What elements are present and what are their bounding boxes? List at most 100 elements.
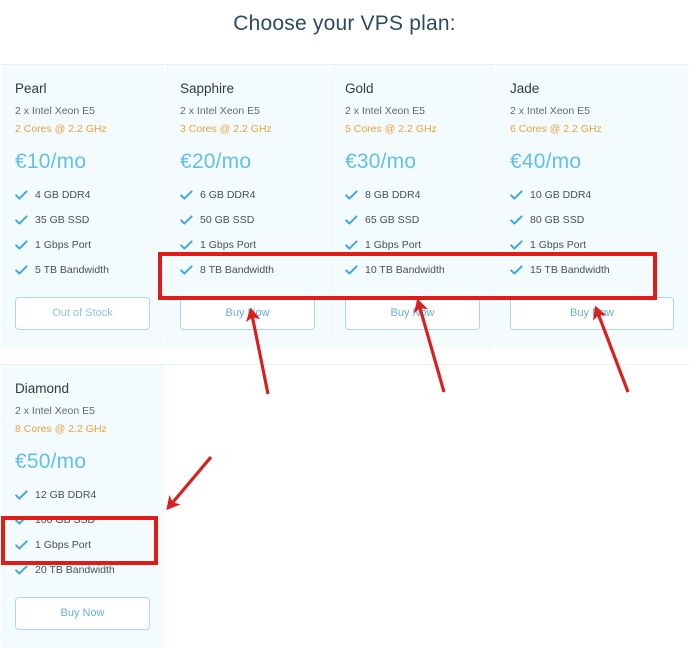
buy-now-button[interactable]: Buy Now [15, 597, 150, 630]
check-icon [180, 240, 193, 251]
card-divider [330, 73, 331, 340]
feature-label: 1 Gbps Port [200, 239, 257, 251]
check-icon [180, 190, 193, 201]
feature-label: 8 GB DDR4 [365, 189, 421, 201]
plan-price: €20/mo [180, 150, 252, 173]
feature-label: 10 GB DDR4 [530, 189, 592, 201]
plan-feature-list: 8 GB DDR4 65 GB SSD 1 Gbps Port 10 TB Ba… [345, 189, 480, 277]
feature-label: 50 GB SSD [200, 214, 255, 226]
check-icon [510, 215, 523, 226]
feature-item: 1 Gbps Port [510, 239, 674, 252]
feature-label: 4 GB DDR4 [35, 189, 91, 201]
plan-button-area: Buy Now [180, 297, 315, 330]
feature-label: 1 Gbps Port [35, 539, 92, 551]
out-of-stock-button[interactable]: Out of Stock [15, 297, 150, 330]
check-icon [15, 215, 28, 226]
card-divider [495, 73, 496, 340]
check-icon [510, 190, 523, 201]
plan-price: €50/mo [15, 450, 87, 473]
feature-label: 1 Gbps Port [365, 239, 422, 251]
check-icon [15, 190, 28, 201]
feature-item: 10 GB DDR4 [510, 189, 674, 202]
plan-feature-list: 6 GB DDR4 50 GB SSD 1 Gbps Port 8 TB Ban… [180, 189, 315, 277]
plan-card-pearl[interactable]: Pearl 2 x Intel Xeon E5 2 Cores @ 2.2 GH… [0, 65, 165, 348]
card-divider [165, 73, 166, 340]
check-icon [345, 240, 358, 251]
feature-label: 6 GB DDR4 [200, 189, 256, 201]
plan-cores: 8 Cores @ 2.2 GHz [15, 423, 107, 435]
plan-row-2: Diamond 2 x Intel Xeon E5 8 Cores @ 2.2 … [0, 364, 689, 648]
plan-feature-list: 4 GB DDR4 35 GB SSD 1 Gbps Port 5 TB Ban… [15, 189, 150, 277]
feature-item: 1 Gbps Port [15, 539, 150, 552]
plan-cores: 5 Cores @ 2.2 GHz [345, 123, 437, 135]
feature-label: 1 Gbps Port [35, 239, 92, 251]
plan-name: Gold [345, 81, 374, 96]
feature-item: 12 GB DDR4 [15, 489, 150, 502]
feature-item: 100 GB SSD [15, 514, 150, 527]
buy-now-button[interactable]: Buy Now [180, 297, 315, 330]
check-icon [345, 265, 358, 276]
feature-item: 4 GB DDR4 [15, 189, 150, 202]
plan-cpu: 2 x Intel Xeon E5 [510, 105, 590, 117]
check-icon [180, 215, 193, 226]
feature-item: 15 TB Bandwidth [510, 264, 674, 277]
feature-item: 8 GB DDR4 [345, 189, 480, 202]
check-icon [15, 540, 28, 551]
plan-card-sapphire[interactable]: Sapphire 2 x Intel Xeon E5 3 Cores @ 2.2… [165, 65, 330, 348]
feature-item: 8 TB Bandwidth [180, 264, 315, 277]
plan-feature-list: 12 GB DDR4 100 GB SSD 1 Gbps Port 20 TB … [15, 489, 150, 577]
check-icon [15, 490, 28, 501]
feature-item: 35 GB SSD [15, 214, 150, 227]
check-icon [180, 265, 193, 276]
feature-label: 10 TB Bandwidth [365, 264, 445, 276]
feature-item: 50 GB SSD [180, 214, 315, 227]
feature-label: 5 TB Bandwidth [35, 264, 109, 276]
feature-label: 1 Gbps Port [530, 239, 587, 251]
buy-now-button[interactable]: Buy Now [345, 297, 480, 330]
plan-name: Pearl [15, 81, 47, 96]
plan-card-jade[interactable]: Jade 2 x Intel Xeon E5 6 Cores @ 2.2 GHz… [495, 65, 688, 348]
feature-label: 100 GB SSD [35, 514, 96, 526]
plan-button-area: Out of Stock [15, 297, 150, 330]
plan-cpu: 2 x Intel Xeon E5 [345, 105, 425, 117]
plan-name: Diamond [15, 381, 70, 396]
plan-cpu: 2 x Intel Xeon E5 [180, 105, 260, 117]
feature-label: 12 GB DDR4 [35, 489, 97, 501]
buy-now-button[interactable]: Buy Now [510, 297, 674, 330]
plan-cpu: 2 x Intel Xeon E5 [15, 105, 95, 117]
feature-label: 80 GB SSD [530, 214, 585, 226]
check-icon [15, 265, 28, 276]
check-icon [345, 190, 358, 201]
plan-cores: 3 Cores @ 2.2 GHz [180, 123, 272, 135]
plan-cores: 2 Cores @ 2.2 GHz [15, 123, 107, 135]
plan-price: €10/mo [15, 150, 87, 173]
check-icon [345, 215, 358, 226]
check-icon [510, 265, 523, 276]
feature-item: 80 GB SSD [510, 214, 674, 227]
plan-price: €30/mo [345, 150, 417, 173]
plan-button-area: Buy Now [345, 297, 480, 330]
feature-label: 15 TB Bandwidth [530, 264, 610, 276]
feature-label: 35 GB SSD [35, 214, 90, 226]
plan-price: €40/mo [510, 150, 582, 173]
check-icon [15, 515, 28, 526]
plan-name: Jade [510, 81, 540, 96]
plan-cores: 6 Cores @ 2.2 GHz [510, 123, 602, 135]
feature-item: 1 Gbps Port [15, 239, 150, 252]
feature-item: 65 GB SSD [345, 214, 480, 227]
plan-button-area: Buy Now [15, 597, 150, 630]
plan-row-1: Pearl 2 x Intel Xeon E5 2 Cores @ 2.2 GH… [0, 64, 689, 348]
plan-name: Sapphire [180, 81, 235, 96]
plan-feature-list: 10 GB DDR4 80 GB SSD 1 Gbps Port 15 TB B… [510, 189, 674, 277]
plan-card-diamond[interactable]: Diamond 2 x Intel Xeon E5 8 Cores @ 2.2 … [0, 365, 165, 648]
plan-cpu: 2 x Intel Xeon E5 [15, 405, 95, 417]
feature-item: 10 TB Bandwidth [345, 264, 480, 277]
check-icon [510, 240, 523, 251]
plan-card-gold[interactable]: Gold 2 x Intel Xeon E5 5 Cores @ 2.2 GHz… [330, 65, 495, 348]
feature-label: 65 GB SSD [365, 214, 420, 226]
feature-item: 6 GB DDR4 [180, 189, 315, 202]
pricing-plans-grid: Pearl 2 x Intel Xeon E5 2 Cores @ 2.2 GH… [0, 64, 689, 648]
feature-item: 20 TB Bandwidth [15, 564, 150, 577]
feature-item: 1 Gbps Port [345, 239, 480, 252]
plan-button-area: Buy Now [510, 297, 674, 330]
